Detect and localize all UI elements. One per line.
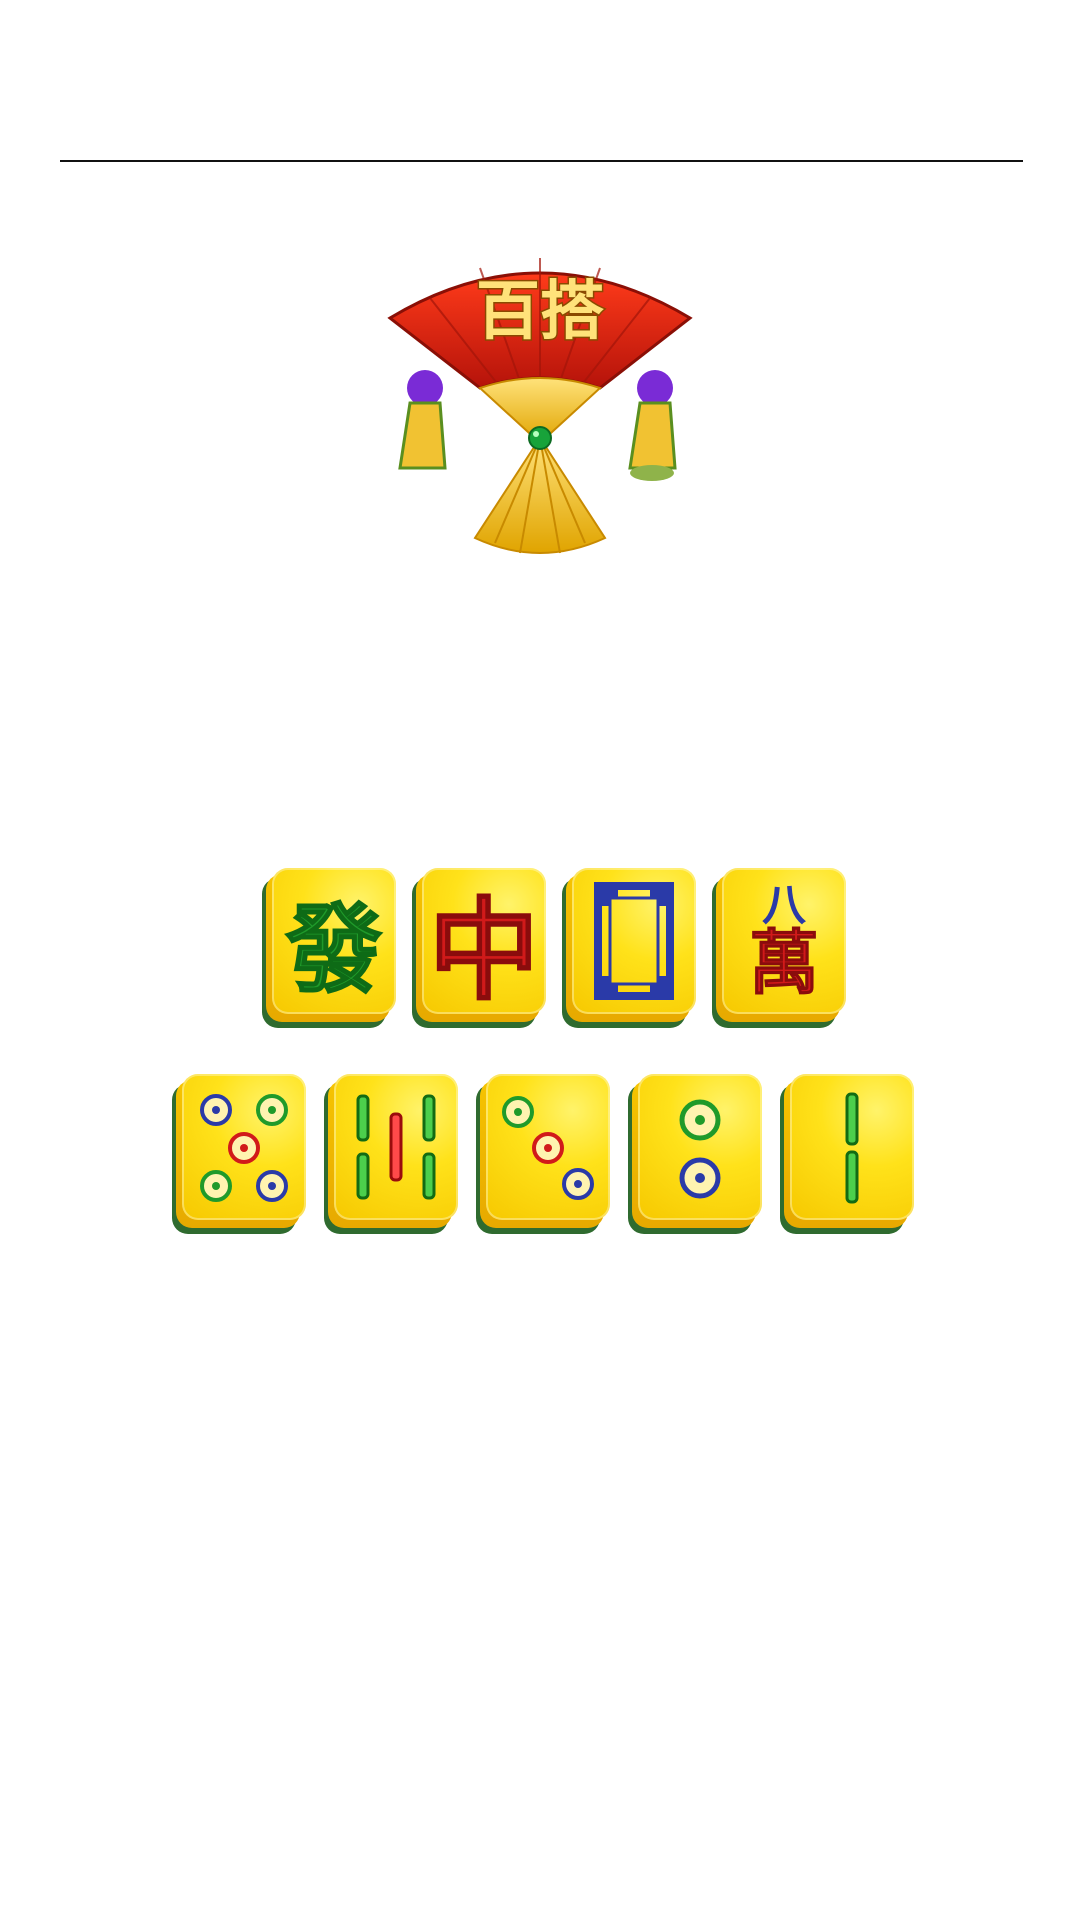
- tile-white-dragon[interactable]: [562, 868, 696, 1030]
- tile-two-dots[interactable]: [628, 1074, 762, 1236]
- six-bamboo-icon: [334, 1074, 458, 1220]
- tile-eight-wan[interactable]: 八 萬: [712, 868, 846, 1030]
- tile-character: 中: [428, 885, 540, 1016]
- five-dots-icon: [182, 1074, 306, 1220]
- tile-row-bottom: [0, 1074, 1080, 1244]
- tile-red-dragon[interactable]: 中: [412, 868, 546, 1030]
- tile-six-bamboo[interactable]: [324, 1074, 458, 1236]
- frame-icon: [572, 868, 696, 1014]
- tile-three-dots[interactable]: [476, 1074, 610, 1236]
- three-dots-icon: [486, 1074, 610, 1220]
- tile-two-bamboo[interactable]: [780, 1074, 914, 1236]
- tile-green-dragon[interactable]: 發: [262, 868, 396, 1030]
- tile-bottom-character: 萬: [749, 921, 820, 1004]
- tile-row-top: 發 中 八 萬: [0, 868, 1080, 1038]
- tile-characters: 八 萬: [722, 868, 846, 1014]
- tile-character: 發: [285, 892, 383, 1007]
- wild-fan-logo: 百搭: [380, 238, 700, 558]
- logo-text: 百搭: [476, 274, 604, 349]
- two-bamboo-icon: [790, 1074, 914, 1220]
- top-divider: [60, 160, 1023, 162]
- two-dots-icon: [638, 1074, 762, 1220]
- tile-five-dots[interactable]: [172, 1074, 306, 1236]
